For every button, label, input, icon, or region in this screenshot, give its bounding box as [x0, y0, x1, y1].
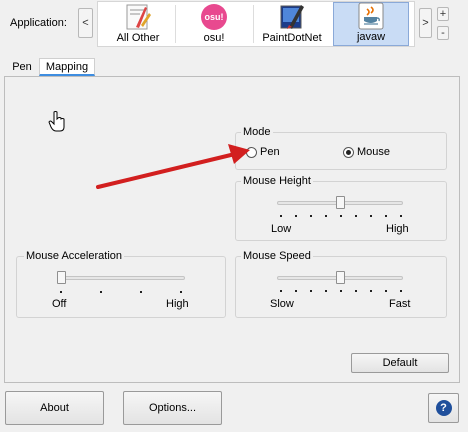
- mouse-height-min-label: Low: [271, 223, 292, 235]
- tick: [325, 290, 327, 292]
- tab-pen[interactable]: Pen: [6, 58, 38, 76]
- application-label: Application:: [10, 17, 67, 29]
- tick: [325, 215, 327, 217]
- mouse-acceleration-slider[interactable]: [57, 271, 66, 284]
- mouse-speed-min-label: Slow: [270, 298, 294, 310]
- osu-app-icon: osu!: [199, 3, 229, 31]
- tick: [310, 290, 312, 292]
- application-list: All Other osu! osu! PaintDotNet javaw: [97, 1, 415, 47]
- tick: [370, 290, 372, 292]
- add-application-button[interactable]: +: [437, 7, 449, 21]
- scroll-left-button[interactable]: <: [78, 8, 93, 38]
- mode-mouse-label: Mouse: [357, 146, 391, 158]
- mouse-speed-title: Mouse Speed: [241, 250, 313, 262]
- tick: [140, 291, 142, 293]
- tick: [385, 215, 387, 217]
- all-other-app-icon: [123, 3, 153, 31]
- mode-pen-label: Pen: [260, 146, 280, 158]
- app-tile-paintdotnet[interactable]: PaintDotNet: [254, 2, 330, 46]
- mouse-height-max-label: High: [386, 223, 409, 235]
- mouse-acceleration-min-label: Off: [52, 298, 67, 310]
- help-icon: ?: [435, 400, 452, 416]
- options-button[interactable]: Options...: [123, 391, 222, 425]
- tick: [310, 215, 312, 217]
- app-tile-osu[interactable]: osu! osu!: [176, 2, 252, 46]
- mouse-acceleration-group: [16, 256, 226, 318]
- tick: [370, 215, 372, 217]
- remove-application-button[interactable]: -: [437, 26, 449, 40]
- about-button[interactable]: About: [5, 391, 104, 425]
- hand-cursor-icon: [48, 110, 66, 135]
- tick: [280, 215, 282, 217]
- tick: [400, 290, 402, 292]
- annotation-arrow-icon: [96, 144, 250, 189]
- tick: [340, 290, 342, 292]
- mouse-acceleration-max-label: High: [166, 298, 189, 310]
- tick: [400, 215, 402, 217]
- app-label-javaw: javaw: [356, 31, 386, 43]
- mouse-speed-slider[interactable]: [336, 271, 345, 284]
- tick: [295, 290, 297, 292]
- help-button[interactable]: ?: [428, 393, 459, 423]
- tab-mapping[interactable]: Mapping: [39, 58, 95, 76]
- mode-group-title: Mode: [241, 126, 273, 138]
- tick: [355, 215, 357, 217]
- paintdotnet-app-icon: [277, 3, 307, 31]
- mouse-height-slider[interactable]: [336, 196, 345, 209]
- tick: [340, 215, 342, 217]
- scroll-right-button[interactable]: >: [419, 8, 432, 38]
- mouse-acceleration-track: [59, 276, 185, 280]
- mouse-height-group: [235, 181, 447, 241]
- default-button[interactable]: Default: [351, 353, 449, 373]
- mouse-acceleration-title: Mouse Acceleration: [24, 250, 124, 262]
- tick: [385, 290, 387, 292]
- tick: [295, 215, 297, 217]
- tick: [280, 290, 282, 292]
- app-tile-javaw[interactable]: javaw: [333, 2, 409, 46]
- mouse-speed-max-label: Fast: [389, 298, 411, 310]
- app-label-paintdotnet: PaintDotNet: [262, 32, 322, 44]
- app-label-osu: osu!: [203, 32, 225, 44]
- tick: [100, 291, 102, 293]
- tick: [355, 290, 357, 292]
- mode-mouse-radio[interactable]: [343, 147, 354, 158]
- app-tile-all-other[interactable]: All Other: [100, 2, 176, 46]
- mouse-speed-group: [235, 256, 447, 318]
- tick: [60, 291, 62, 293]
- app-label-all-other: All Other: [116, 32, 160, 44]
- tick: [180, 291, 182, 293]
- java-app-icon: [356, 2, 386, 30]
